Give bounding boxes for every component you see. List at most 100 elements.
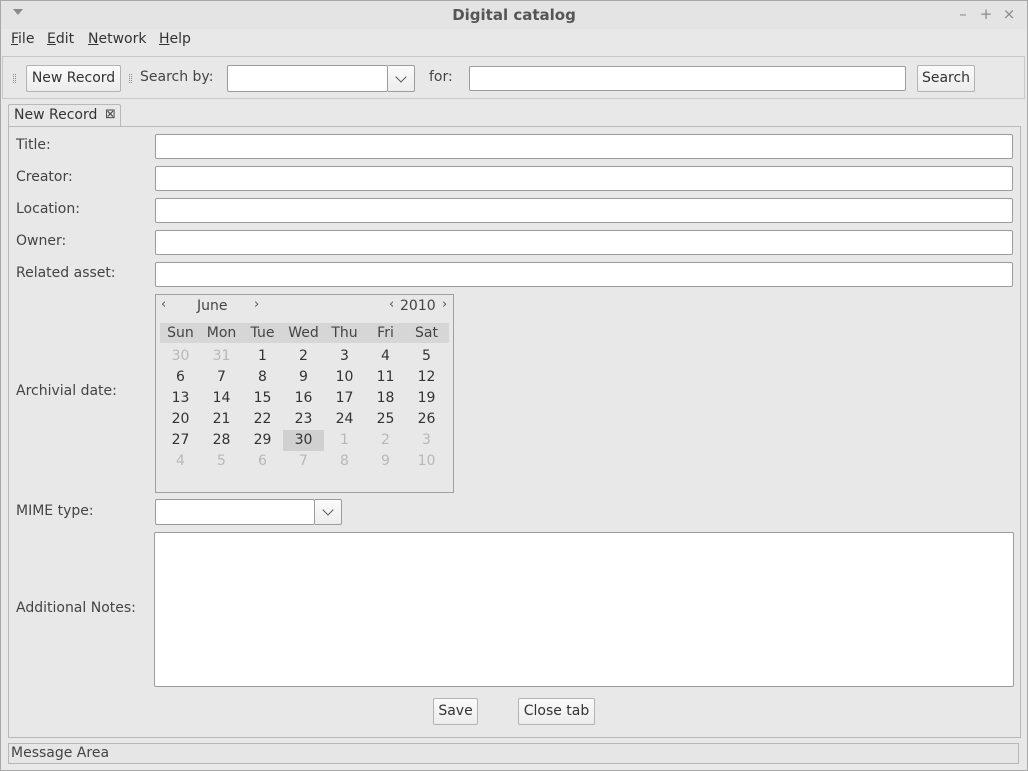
calendar-day[interactable]: 26 [406, 409, 447, 430]
calendar-day[interactable]: 4 [160, 451, 201, 472]
calendar-day[interactable]: 5 [201, 451, 242, 472]
calendar-day[interactable]: 25 [365, 409, 406, 430]
calendar-day[interactable]: 13 [160, 388, 201, 409]
calendar-day[interactable]: 15 [242, 388, 283, 409]
prev-year-icon[interactable]: ‹ [389, 297, 394, 312]
status-message: Message Area [11, 745, 110, 761]
calendar-day[interactable]: 6 [242, 451, 283, 472]
mime-type-combo[interactable] [155, 499, 315, 525]
calendar-month: June [197, 298, 228, 314]
new-record-button[interactable]: New Record [26, 65, 121, 92]
menu-edit[interactable]: Edit [47, 31, 74, 47]
toolbar: New Record Search by: for: Search [2, 56, 1025, 99]
chevron-down-icon [395, 70, 407, 83]
save-button[interactable]: Save [433, 698, 478, 725]
title-field[interactable] [155, 134, 1013, 159]
mime-type-dropdown-button[interactable] [315, 499, 342, 525]
calendar-day[interactable]: 23 [283, 409, 324, 430]
day-name: Wed [288, 325, 319, 341]
calendar-day[interactable]: 7 [201, 367, 242, 388]
tab-label: New Record [14, 107, 98, 123]
search-input[interactable] [469, 66, 906, 91]
calendar-day[interactable]: 1 [242, 346, 283, 367]
calendar-day[interactable]: 31 [201, 346, 242, 367]
maximize-icon[interactable]: + [979, 6, 993, 22]
calendar-day[interactable]: 8 [324, 451, 365, 472]
calendar-day[interactable]: 1 [324, 430, 365, 451]
menu-file[interactable]: File [11, 31, 34, 47]
archival-date-calendar[interactable]: ‹ June › ‹ 2010 › Sun Mon Tue Wed Thu Fr… [155, 294, 454, 493]
calendar-day[interactable]: 29 [242, 430, 283, 451]
calendar-day[interactable]: 11 [365, 367, 406, 388]
calendar-day[interactable]: 14 [201, 388, 242, 409]
calendar-day[interactable]: 10 [406, 451, 447, 472]
calendar-day[interactable]: 3 [324, 346, 365, 367]
calendar-day[interactable]: 28 [201, 430, 242, 451]
calendar-day[interactable]: 30 [160, 346, 201, 367]
calendar-day[interactable]: 7 [283, 451, 324, 472]
creator-field[interactable] [155, 166, 1013, 191]
calendar-day[interactable]: 4 [365, 346, 406, 367]
calendar-day[interactable]: 18 [365, 388, 406, 409]
calendar-year: 2010 [400, 298, 436, 314]
minimize-icon[interactable]: – [956, 6, 970, 22]
chevron-down-icon [322, 504, 334, 516]
additional-notes-label: Additional Notes: [16, 600, 136, 616]
day-name: Tue [250, 325, 275, 341]
calendar-day[interactable]: 21 [201, 409, 242, 430]
calendar-day[interactable]: 22 [242, 409, 283, 430]
search-by-dropdown-button[interactable] [388, 65, 415, 92]
status-bar: Message Area [8, 743, 1019, 764]
day-name: Fri [377, 325, 394, 341]
title-bar: Digital catalog – + × [1, 1, 1027, 29]
calendar-day[interactable]: 30 [283, 430, 324, 451]
calendar-day[interactable]: 12 [406, 367, 447, 388]
calendar-day[interactable]: 27 [160, 430, 201, 451]
calendar-day[interactable]: 8 [242, 367, 283, 388]
menu-file-mnemonic: F [11, 31, 19, 47]
calendar-day[interactable]: 24 [324, 409, 365, 430]
related-asset-field[interactable] [155, 262, 1013, 287]
calendar-day[interactable]: 16 [283, 388, 324, 409]
search-by-label: Search by: [140, 69, 214, 85]
day-name: Mon [206, 325, 237, 341]
search-button[interactable]: Search [917, 65, 975, 92]
search-by-combo[interactable] [227, 65, 388, 92]
owner-field[interactable] [155, 230, 1013, 255]
calendar-day[interactable]: 2 [283, 346, 324, 367]
menu-help-label: elp [169, 31, 191, 47]
next-year-icon[interactable]: › [442, 297, 447, 312]
prev-month-icon[interactable]: ‹ [161, 297, 166, 312]
calendar-day[interactable]: 19 [406, 388, 447, 409]
tab-new-record[interactable]: New Record ⊠ [8, 104, 121, 127]
calendar-day[interactable]: 10 [324, 367, 365, 388]
calendar-day[interactable]: 3 [406, 430, 447, 451]
menu-edit-mnemonic: E [47, 31, 56, 47]
next-month-icon[interactable]: › [254, 297, 259, 312]
toolbar-grip-handle[interactable] [13, 74, 16, 83]
close-tab-icon[interactable]: ⊠ [105, 107, 116, 122]
close-window-icon[interactable]: × [1002, 6, 1016, 22]
calendar-day[interactable]: 9 [365, 451, 406, 472]
menu-network[interactable]: Network [88, 31, 146, 47]
calendar-day-names: Sun Mon Tue Wed Thu Fri Sat [160, 323, 449, 343]
owner-label: Owner: [16, 233, 67, 249]
calendar-day[interactable]: 20 [160, 409, 201, 430]
mime-type-label: MIME type: [16, 503, 94, 519]
close-tab-button[interactable]: Close tab [518, 698, 595, 725]
day-name: Thu [331, 325, 358, 341]
calendar-day[interactable]: 17 [324, 388, 365, 409]
calendar-day[interactable]: 9 [283, 367, 324, 388]
location-field[interactable] [155, 198, 1013, 223]
menu-help[interactable]: Help [159, 31, 191, 47]
calendar-header: ‹ June › ‹ 2010 › [156, 295, 453, 317]
toolbar-grip-handle-2[interactable] [129, 74, 132, 83]
additional-notes-textarea[interactable] [154, 532, 1014, 687]
menu-file-label: ile [18, 31, 35, 47]
calendar-day[interactable]: 2 [365, 430, 406, 451]
calendar-day[interactable]: 5 [406, 346, 447, 367]
day-name: Sun [167, 325, 194, 341]
menu-help-mnemonic: H [159, 31, 170, 47]
menu-edit-label: dit [55, 31, 75, 47]
calendar-day[interactable]: 6 [160, 367, 201, 388]
